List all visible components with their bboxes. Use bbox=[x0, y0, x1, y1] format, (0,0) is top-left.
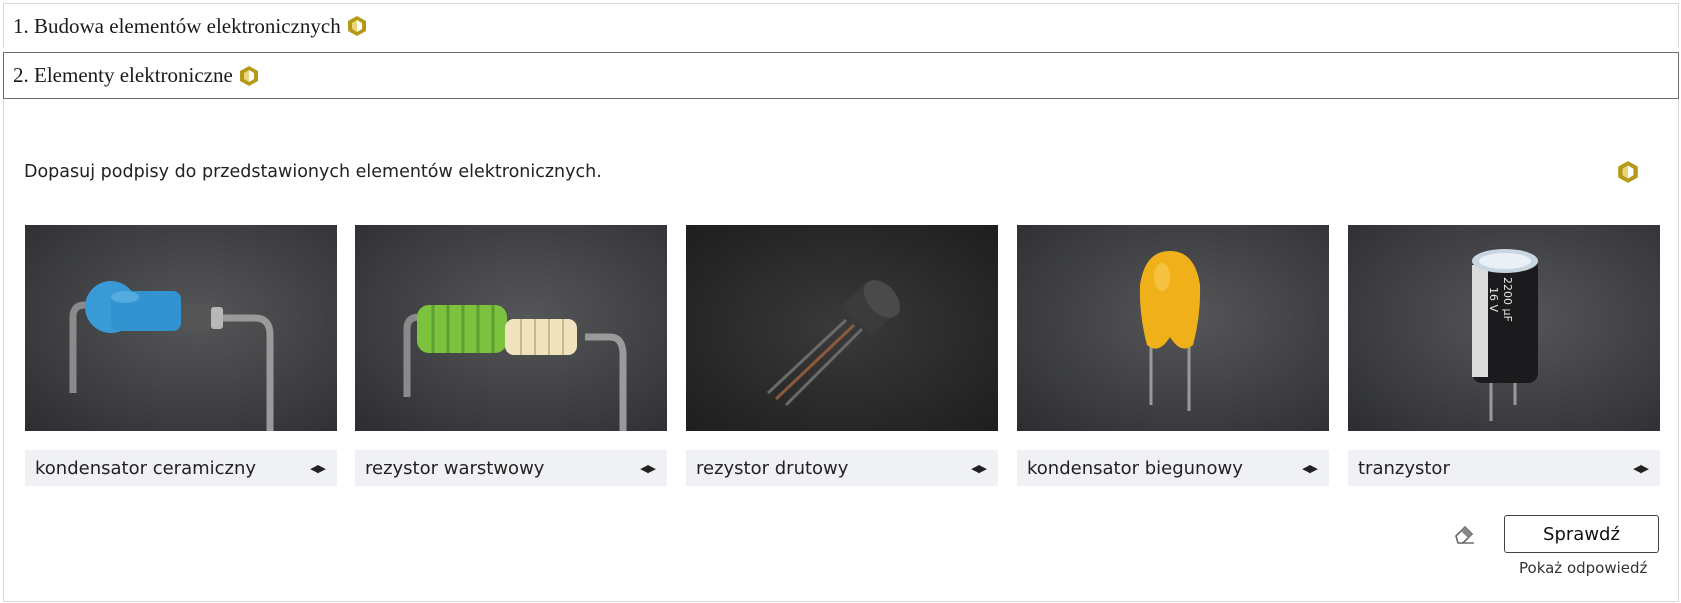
electrolytic-capacitor-image: 2200 µF 16 V bbox=[1348, 225, 1660, 431]
label-text: kondensator ceramiczny bbox=[35, 457, 257, 479]
section-title-2: 2. Elementy elektroniczne bbox=[13, 63, 233, 87]
swap-arrows-icon: ◀▶ bbox=[1633, 461, 1649, 475]
section-header-1[interactable]: 1. Budowa elementów elektronicznych bbox=[3, 3, 1679, 48]
label-slot-1[interactable]: kondensator ceramiczny ◀▶ bbox=[25, 450, 337, 486]
label-text: kondensator biegunowy bbox=[1027, 457, 1243, 479]
transistor-image bbox=[686, 225, 998, 431]
swap-arrows-icon: ◀▶ bbox=[640, 461, 656, 475]
label-slot-5[interactable]: tranzystor ◀▶ bbox=[1348, 450, 1660, 486]
voltage-marking: 16 V bbox=[1487, 287, 1500, 312]
label-slot-2[interactable]: rezystor warstwowy ◀▶ bbox=[355, 450, 667, 486]
label-text: rezystor warstwowy bbox=[365, 457, 545, 479]
check-button[interactable]: Sprawdź bbox=[1504, 515, 1659, 553]
swap-arrows-icon: ◀▶ bbox=[971, 461, 987, 475]
show-answer-link[interactable]: Pokaż odpowiedź bbox=[1519, 559, 1647, 577]
capacitance-marking: 2200 µF bbox=[1501, 277, 1514, 322]
hexagon-icon bbox=[347, 16, 366, 36]
label-text: tranzystor bbox=[1358, 457, 1450, 479]
polar-capacitor-image bbox=[1017, 225, 1329, 431]
swap-arrows-icon: ◀▶ bbox=[1302, 461, 1318, 475]
ceramic-capacitor-image bbox=[25, 225, 337, 431]
section-title-1: 1. Budowa elementów elektronicznych bbox=[13, 13, 341, 38]
exercise-instruction: Dopasuj podpisy do przedstawionych eleme… bbox=[24, 162, 602, 182]
hexagon-icon[interactable] bbox=[1617, 160, 1639, 184]
label-slot-3[interactable]: rezystor drutowy ◀▶ bbox=[686, 450, 998, 486]
hexagon-icon bbox=[239, 65, 258, 86]
label-slot-4[interactable]: kondensator biegunowy ◀▶ bbox=[1017, 450, 1329, 486]
eraser-icon[interactable] bbox=[1452, 522, 1476, 544]
film-resistor-image bbox=[355, 225, 667, 431]
label-text: rezystor drutowy bbox=[696, 457, 849, 479]
section-header-2[interactable]: 2. Elementy elektroniczne bbox=[3, 52, 1679, 99]
swap-arrows-icon: ◀▶ bbox=[310, 461, 326, 475]
